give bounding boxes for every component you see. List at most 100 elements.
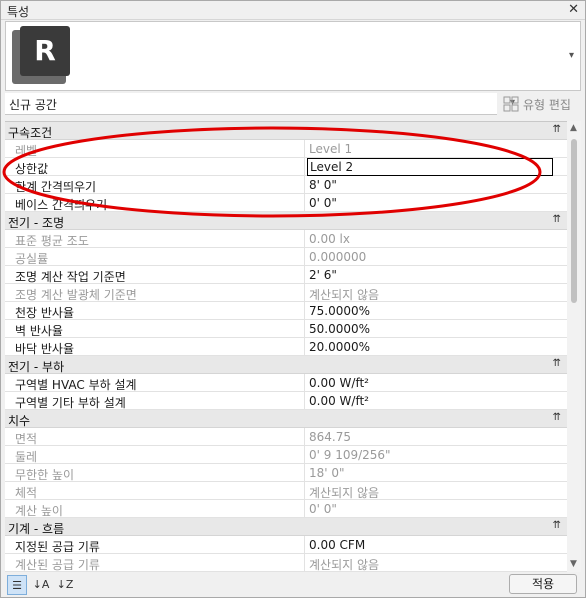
- property-row[interactable]: 지정된 공급 기류 0.00 CFM: [5, 536, 567, 554]
- collapse-icon[interactable]: ⇈: [553, 520, 561, 531]
- group-header[interactable]: 구속조건 ⇈: [5, 122, 567, 140]
- column-divider: [304, 338, 305, 356]
- instance-selector[interactable]: 신규 공간 ▾: [5, 93, 515, 115]
- edit-type-icon: [503, 96, 519, 112]
- column-divider: [304, 158, 305, 176]
- property-name: 무한한 높이: [15, 468, 75, 482]
- property-value[interactable]: 0.00 W/ft²: [309, 376, 559, 390]
- collapse-icon[interactable]: ⇈: [553, 214, 561, 225]
- property-value[interactable]: 2' 6": [309, 268, 559, 282]
- property-name: 천장 반사율: [15, 306, 75, 320]
- property-value: 계산되지 않음: [309, 486, 380, 500]
- column-divider: [304, 392, 305, 410]
- property-row[interactable]: 천장 반사율 75.0000%: [5, 302, 567, 320]
- group-header[interactable]: 전기 - 부하 ⇈: [5, 356, 567, 374]
- property-row[interactable]: 구역별 HVAC 부하 설계 0.00 W/ft²: [5, 374, 567, 392]
- property-value: 계산되지 않음: [309, 288, 380, 302]
- property-row[interactable]: 바닥 반사율 20.0000%: [5, 338, 567, 356]
- svg-text:R: R: [34, 34, 56, 67]
- property-name: 둘레: [15, 450, 38, 464]
- property-row: 표준 평균 조도 0.00 lx: [5, 230, 567, 248]
- property-row[interactable]: 구역별 기타 부하 설계 0.00 W/ft²: [5, 392, 567, 410]
- property-name: 조명 계산 작업 기준면: [15, 270, 126, 284]
- column-divider: [304, 230, 305, 248]
- column-divider: [304, 428, 305, 446]
- revit-logo-icon: R: [12, 26, 70, 84]
- property-row: 체적 계산되지 않음: [5, 482, 567, 500]
- properties-grid: 구속조건 ⇈ 레벨 Level 1 상한값 Level 2 한계 간격띄우기 8' 0" 베이스…: [5, 121, 567, 572]
- property-value[interactable]: 0.00 W/ft²: [309, 394, 559, 408]
- type-image-box[interactable]: R ▾: [5, 21, 581, 91]
- property-value: 0' 9 109/256": [309, 448, 391, 462]
- close-icon[interactable]: ✕: [568, 2, 579, 17]
- property-row[interactable]: 한계 간격띄우기 8' 0": [5, 176, 567, 194]
- property-value: 0.00 lx: [309, 232, 350, 246]
- property-name: 표준 평균 조도: [15, 234, 89, 248]
- group-header[interactable]: 기계 - 흐름 ⇈: [5, 518, 567, 536]
- property-row: 조명 계산 발광체 기준면 계산되지 않음: [5, 284, 567, 302]
- column-divider: [304, 536, 305, 554]
- property-value: 계산되지 않음: [309, 558, 380, 572]
- property-value[interactable]: 0.00 CFM: [309, 538, 559, 552]
- property-name: 벽 반사율: [15, 324, 63, 338]
- group-title: 기계 - 흐름: [8, 522, 65, 536]
- property-name: 조명 계산 발광체 기준면: [15, 288, 137, 302]
- property-name: 지정된 공급 기류: [15, 540, 100, 554]
- property-value[interactable]: 0' 0": [309, 196, 559, 210]
- column-divider: [304, 302, 305, 320]
- column-divider: [304, 266, 305, 284]
- edit-type-button[interactable]: 유형 편집: [501, 93, 581, 115]
- window-title: 특성: [7, 5, 30, 19]
- group-header[interactable]: 전기 - 조명 ⇈: [5, 212, 567, 230]
- scroll-thumb[interactable]: [571, 139, 577, 303]
- property-row: 레벨 Level 1: [5, 140, 567, 158]
- properties-window: 특성 ✕ R ▾ 신규 공간 ▾ 유형 편집 구속조건 ⇈ 레벨 Level 1 상한값…: [0, 0, 586, 598]
- column-divider: [304, 446, 305, 464]
- group-title: 구속조건: [8, 126, 53, 140]
- column-divider: [304, 176, 305, 194]
- chevron-down-icon[interactable]: ▾: [569, 50, 574, 61]
- property-value: 864.75: [309, 430, 351, 444]
- sort-za-icon[interactable]: ↓Z: [55, 575, 75, 595]
- property-row[interactable]: 벽 반사율 50.0000%: [5, 320, 567, 338]
- column-divider: [304, 320, 305, 338]
- column-divider: [304, 500, 305, 518]
- property-row[interactable]: 상한값 Level 2: [5, 158, 567, 176]
- sort-categorized-icon[interactable]: ☰: [7, 575, 27, 595]
- column-divider: [304, 374, 305, 392]
- group-header[interactable]: 치수 ⇈: [5, 410, 567, 428]
- column-divider: [304, 140, 305, 158]
- property-name: 베이스 간격띄우기: [15, 198, 108, 212]
- column-divider: [304, 464, 305, 482]
- column-divider: [304, 284, 305, 302]
- property-name: 바닥 반사율: [15, 342, 75, 356]
- property-row[interactable]: 베이스 간격띄우기 0' 0": [5, 194, 567, 212]
- property-row: 면적 864.75: [5, 428, 567, 446]
- property-value: 18' 0": [309, 466, 345, 480]
- property-row: 계산 높이 0' 0": [5, 500, 567, 518]
- property-value: 0.000000: [309, 250, 367, 264]
- apply-button[interactable]: 적용: [509, 574, 577, 594]
- collapse-icon[interactable]: ⇈: [553, 412, 561, 423]
- property-name: 레벨: [15, 144, 38, 158]
- column-divider: [304, 248, 305, 266]
- sort-az-icon[interactable]: ↓A: [31, 575, 51, 595]
- edit-type-label: 유형 편집: [523, 98, 571, 112]
- property-value[interactable]: 20.0000%: [309, 340, 559, 354]
- property-value[interactable]: 8' 0": [309, 178, 559, 192]
- property-value[interactable]: 75.0000%: [309, 304, 559, 318]
- property-name: 한계 간격띄우기: [15, 180, 97, 194]
- property-name: 구역별 기타 부하 설계: [15, 396, 126, 410]
- property-row: 계산된 공급 기류 계산되지 않음: [5, 554, 567, 572]
- property-value-input[interactable]: Level 2: [307, 158, 553, 176]
- scroll-up-icon[interactable]: ▲: [570, 123, 577, 133]
- property-row[interactable]: 조명 계산 작업 기준면 2' 6": [5, 266, 567, 284]
- property-row: 둘레 0' 9 109/256": [5, 446, 567, 464]
- property-value[interactable]: 50.0000%: [309, 322, 559, 336]
- scroll-down-icon[interactable]: ▼: [570, 559, 577, 569]
- vertical-scrollbar[interactable]: ▲ ▼: [567, 121, 581, 572]
- property-name: 계산된 공급 기류: [15, 558, 100, 572]
- collapse-icon[interactable]: ⇈: [553, 124, 561, 135]
- collapse-icon[interactable]: ⇈: [553, 358, 561, 369]
- property-value: Level 1: [309, 142, 353, 156]
